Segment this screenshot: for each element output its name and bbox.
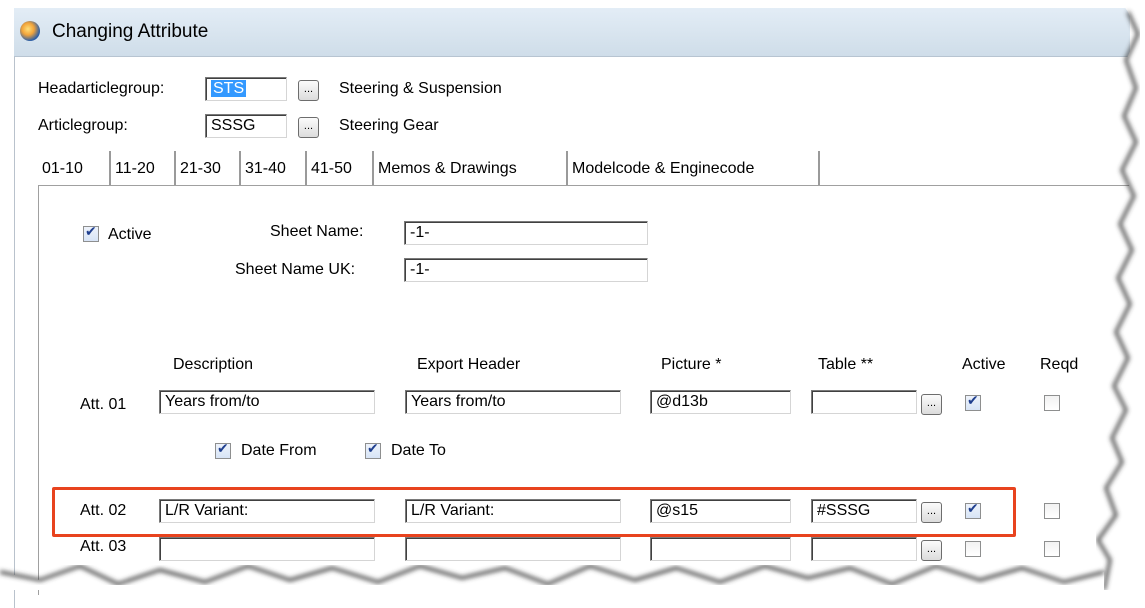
tab-panel-left-border [38, 185, 39, 595]
headarticlegroup-value: STS [211, 80, 247, 97]
att-03-reqd-checkbox[interactable] [1044, 541, 1060, 557]
column-header-picture: Picture * [661, 356, 722, 373]
sheet-name-label: Sheet Name: [270, 223, 364, 240]
att-01-reqd-checkbox[interactable] [1044, 395, 1060, 411]
date-from-checkbox[interactable] [215, 441, 231, 459]
att-03-active-checkbox[interactable] [965, 541, 981, 557]
tab-31-40[interactable]: 31-40 [241, 151, 307, 185]
att-03-picture-input[interactable] [650, 537, 791, 561]
app-logo-icon [20, 21, 40, 41]
headarticlegroup-input[interactable]: STS [205, 77, 287, 101]
att-01-active-checkbox[interactable] [965, 393, 981, 411]
headarticlegroup-description: Steering & Suspension [339, 80, 502, 97]
date-from-label: Date From [241, 442, 317, 459]
att-03-table-browse-button[interactable]: ... [921, 540, 942, 561]
tab-11-20[interactable]: 11-20 [111, 151, 176, 185]
att-03-table-input[interactable] [811, 537, 917, 561]
sheet-name-uk-input[interactable]: -1- [404, 258, 648, 282]
annotation-highlight-box [52, 487, 1016, 537]
column-header-export-header: Export Header [417, 356, 521, 373]
tab-modelcode-enginecode[interactable]: Modelcode & Enginecode [568, 151, 820, 185]
att-03-export-header-input[interactable] [405, 537, 621, 561]
articlegroup-label: Articlegroup: [38, 117, 128, 134]
sheet-name-uk-label: Sheet Name UK: [235, 261, 356, 278]
date-to-label: Date To [391, 442, 446, 459]
tab-memos-drawings[interactable]: Memos & Drawings [374, 151, 568, 185]
att-01-table-input[interactable] [811, 390, 917, 414]
tab-41-50[interactable]: 41-50 [307, 151, 374, 185]
att-01-description-input[interactable]: Years from/to [159, 390, 375, 414]
date-to-checkbox[interactable] [365, 441, 381, 459]
att-01-picture-input[interactable]: @d13b [650, 390, 791, 414]
column-header-table: Table ** [818, 356, 874, 373]
window-title: Changing Attribute [52, 21, 209, 42]
column-header-description: Description [173, 356, 254, 373]
headarticlegroup-label: Headarticlegroup: [38, 80, 165, 97]
tab-panel-border [38, 185, 1138, 186]
row-label-att-01: Att. 01 [80, 396, 127, 413]
headarticlegroup-browse-button[interactable]: ... [298, 80, 319, 101]
att-02-reqd-checkbox[interactable] [1044, 503, 1060, 519]
column-header-active: Active [962, 356, 1006, 373]
row-label-att-03: Att. 03 [80, 538, 127, 555]
tab-01-10[interactable]: 01-10 [38, 151, 111, 185]
sheet-name-input[interactable]: -1- [404, 221, 648, 245]
tab-21-30[interactable]: 21-30 [176, 151, 241, 185]
sheet-active-checkbox[interactable] [83, 224, 99, 242]
articlegroup-description: Steering Gear [339, 117, 439, 134]
att-01-table-browse-button[interactable]: ... [921, 394, 942, 415]
att-01-export-header-input[interactable]: Years from/to [405, 390, 621, 414]
att-03-description-input[interactable] [159, 537, 375, 561]
column-header-reqd: Reqd [1040, 356, 1079, 373]
articlegroup-input[interactable]: SSSG [205, 114, 287, 138]
articlegroup-browse-button[interactable]: ... [298, 117, 319, 138]
sheet-active-label: Active [108, 226, 152, 243]
